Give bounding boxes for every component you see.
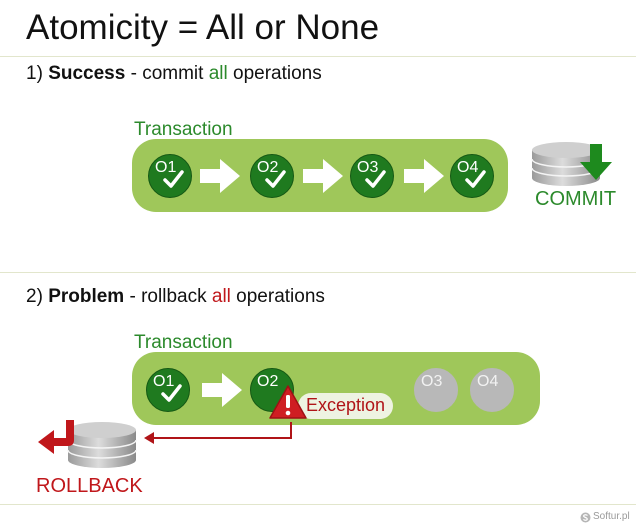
arrow-right-icon (202, 373, 242, 407)
softur-logo-icon (580, 512, 591, 523)
page-title: Atomicity = All or None (26, 8, 380, 47)
section2-tail: operations (236, 286, 325, 307)
operation-label: O4 (477, 373, 499, 390)
section2-operation-o1: O1 (146, 368, 190, 412)
footer-divider (0, 504, 636, 505)
section1-number: 1) (26, 63, 43, 84)
commit-label: COMMIT (535, 188, 617, 210)
checkmark-icon (265, 170, 286, 188)
rollback-arrow (144, 422, 292, 444)
section2-verb: rollback (141, 286, 207, 307)
operation-label: O3 (421, 373, 443, 390)
section2-keyword: Problem (48, 286, 125, 307)
checkmark-icon (161, 384, 182, 402)
section2-highlight: all (211, 286, 231, 307)
arrow-right-icon (200, 159, 240, 193)
title-divider (0, 56, 636, 57)
section1-keyword: Success (48, 63, 126, 84)
section1-operation-o3: O3 (350, 154, 394, 198)
checkmark-icon (465, 170, 486, 188)
section1-operation-o4: O4 (450, 154, 494, 198)
section2-dash: - (129, 286, 136, 307)
footer-brand: Softur.pl (593, 511, 630, 522)
checkmark-icon (163, 170, 184, 188)
section1-operation-o1: O1 (148, 154, 192, 198)
section1-highlight: all (208, 63, 228, 84)
section2-heading: 2) Problem - rollback all operations (26, 286, 325, 308)
warning-icon (269, 385, 307, 419)
section2-number: 2) (26, 286, 43, 307)
section-divider (0, 272, 636, 273)
section1-tail: operations (233, 63, 322, 84)
arrow-right-icon (303, 159, 343, 193)
database-rollback-icon (38, 420, 137, 468)
section2-operation-o3: O3 (414, 368, 458, 412)
checkmark-icon (365, 170, 386, 188)
section1-transaction-label: Transaction (134, 119, 233, 140)
section2-transaction-label: Transaction (134, 332, 233, 353)
section2-operation-o4: O4 (470, 368, 514, 412)
section1-heading: 1) Success - commit all operations (26, 63, 322, 85)
arrow-right-icon (404, 159, 444, 193)
section1-operation-o2: O2 (250, 154, 294, 198)
section1-verb: commit (142, 63, 204, 84)
section1-dash: - (130, 63, 137, 84)
exception-label: Exception (298, 393, 394, 419)
rollback-label: ROLLBACK (36, 475, 143, 497)
database-commit-icon (531, 142, 612, 186)
